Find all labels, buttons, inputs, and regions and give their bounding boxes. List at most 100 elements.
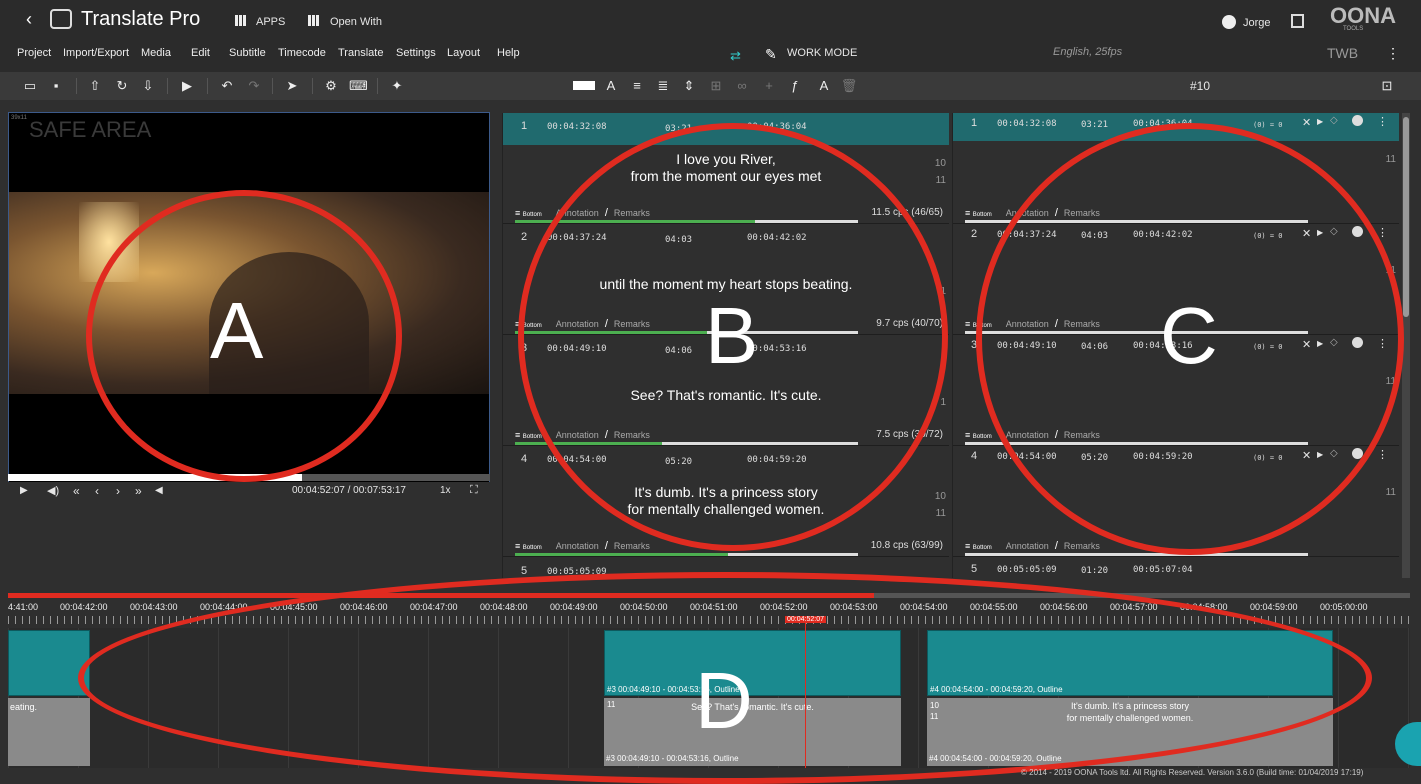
color-box-icon[interactable] (573, 81, 595, 90)
menu-project[interactable]: Project (17, 47, 51, 59)
user-name[interactable]: Jorge (1243, 17, 1271, 29)
position-icon[interactable]: ≡ (965, 319, 973, 329)
speed-button[interactable]: 1x (440, 485, 451, 496)
position-icon[interactable]: ≡ (965, 208, 973, 218)
timeline-tick-label: 4:41:00 (8, 602, 39, 612)
font-size-icon[interactable]: A (815, 77, 833, 95)
prev-frame-icon[interactable]: ‹ (95, 484, 99, 498)
keyboard-icon[interactable]: ⌨ (349, 77, 368, 95)
timeline-block-2-top[interactable] (8, 630, 90, 696)
refresh-icon[interactable]: ↻ (113, 77, 131, 95)
menu-layout[interactable]: Layout (447, 47, 480, 59)
add-icon[interactable]: + (760, 77, 778, 95)
work-mode-label[interactable]: WORK MODE (787, 47, 857, 59)
position-bottom-label[interactable]: Bottom (523, 434, 542, 440)
download-icon[interactable]: ⇩ (139, 77, 157, 95)
bulb-icon[interactable]: ✦ (388, 77, 406, 95)
volume-icon[interactable]: ◀) (47, 484, 59, 497)
annotation-label-c: C (1160, 291, 1218, 380)
menu-help[interactable]: Help (497, 47, 520, 59)
app-root: ‹ Translate Pro APPS Open With Jorge OON… (0, 0, 1421, 784)
check-icon[interactable] (1352, 115, 1363, 126)
trash-icon[interactable]: 🗑 (840, 77, 858, 95)
cue-in-time[interactable]: 00:04:32:08 (997, 119, 1057, 129)
remarks-link[interactable]: Remarks (614, 541, 650, 551)
cue-line-number: 11 (935, 175, 946, 186)
expand-icon[interactable]: ⛶ (470, 484, 478, 497)
open-folder-icon[interactable]: ▭ (21, 77, 39, 95)
link-icon[interactable]: ∞ (733, 77, 751, 95)
menu-media[interactable]: Media (141, 47, 171, 59)
cps-bar-fill (515, 553, 728, 556)
timeline-block-2-bottom[interactable]: eating. (8, 698, 90, 766)
position-bottom-label[interactable]: Bottom (973, 212, 992, 218)
gear-icon[interactable]: ⚙ (322, 77, 340, 95)
cue-number: 5 (971, 563, 978, 575)
apps-button[interactable]: APPS (256, 16, 285, 28)
menu-edit[interactable]: Edit (191, 47, 210, 59)
function-icon[interactable]: ƒ (786, 77, 804, 95)
upload-icon[interactable]: ⇧ (86, 77, 104, 95)
play-icon[interactable]: ▶ (20, 485, 28, 496)
more-vert-icon[interactable]: ⋮ (1377, 448, 1388, 461)
twb-label[interactable]: TWB (1327, 45, 1358, 61)
align-center-icon[interactable]: ≣ (654, 77, 672, 95)
close-icon[interactable]: ✕ (1302, 116, 1311, 129)
position-bottom-label[interactable]: Bottom (523, 545, 542, 551)
fast-forward-icon[interactable]: » (135, 484, 142, 498)
position-bottom-label[interactable]: Bottom (973, 545, 992, 551)
menu-import-export[interactable]: Import/Export (63, 47, 129, 59)
position-icon[interactable]: ≡ (965, 541, 973, 551)
align-left-icon[interactable]: ≡ (628, 77, 646, 95)
redo-icon[interactable]: ↷ (245, 77, 263, 95)
next-frame-icon[interactable]: › (116, 484, 120, 498)
back-icon-small[interactable]: ◀ (155, 485, 163, 496)
cue-out-time[interactable]: 00:05:07:04 (1133, 565, 1193, 575)
menu-timecode[interactable]: Timecode (278, 47, 326, 59)
position-icon[interactable]: ≡ (515, 208, 523, 218)
logout-icon[interactable] (1291, 14, 1304, 28)
rewind-icon[interactable]: « (73, 484, 80, 498)
annotation-label-a: A (210, 286, 264, 375)
text-style-icon[interactable]: A (602, 77, 620, 95)
menu-settings[interactable]: Settings (396, 47, 436, 59)
language-info: English, 25fps (1053, 46, 1123, 58)
more-vert-icon[interactable]: ⋮ (1377, 115, 1388, 128)
play-icon[interactable]: ▶ (1317, 117, 1323, 126)
cue-duration[interactable]: 01:20 (1081, 566, 1108, 576)
annotation-link[interactable]: Annotation (556, 541, 599, 551)
menu-subtitle[interactable]: Subtitle (229, 47, 266, 59)
open-with-icon[interactable] (308, 15, 320, 26)
play-media-icon[interactable]: ▶ (178, 77, 196, 95)
user-icon[interactable] (1222, 15, 1236, 29)
save-icon[interactable]: ▪ (47, 77, 65, 95)
tag-icon[interactable]: ◇ (1330, 115, 1338, 126)
apps-icon[interactable] (235, 15, 247, 26)
position-bottom-label[interactable]: Bottom (973, 434, 992, 440)
cue-in-time[interactable]: 00:04:32:08 (547, 122, 607, 132)
cps-value: 10.8 cps (63/99) (870, 540, 943, 551)
scrollbar-thumb[interactable] (1403, 117, 1409, 317)
cue-number: 4 (521, 453, 528, 465)
position-icon[interactable]: ≡ (515, 541, 523, 551)
annotation-link[interactable]: Annotation (1006, 541, 1049, 551)
fullscreen-icon[interactable]: ⊡ (1378, 77, 1396, 95)
position-bottom-label[interactable]: Bottom (523, 212, 542, 218)
cue-in-time[interactable]: 00:05:05:09 (997, 565, 1057, 575)
target-cue[interactable]: 5 00:05:05:09 01:20 00:05:07:04 (953, 557, 1399, 578)
undo-icon[interactable]: ↶ (218, 77, 236, 95)
open-with-button[interactable]: Open With (330, 16, 382, 28)
position-icon[interactable]: ≡ (515, 430, 523, 440)
cue-duration[interactable]: 03:21 (1081, 120, 1108, 130)
more-vert-icon[interactable]: ⋮ (1386, 45, 1400, 62)
remarks-link[interactable]: Remarks (1064, 541, 1100, 551)
vertical-arrows-icon[interactable]: ⇕ (680, 77, 698, 95)
position-icon[interactable]: ≡ (965, 430, 973, 440)
cps-bar (515, 553, 858, 556)
back-icon[interactable]: ‹ (26, 9, 32, 30)
merge-icon[interactable]: ⊞ (707, 77, 725, 95)
menu-translate[interactable]: Translate (338, 47, 383, 59)
send-icon[interactable]: ➤ (283, 77, 301, 95)
sync-icon[interactable]: ⇄ (730, 48, 741, 64)
pencil-icon[interactable]: ✎ (765, 46, 777, 63)
